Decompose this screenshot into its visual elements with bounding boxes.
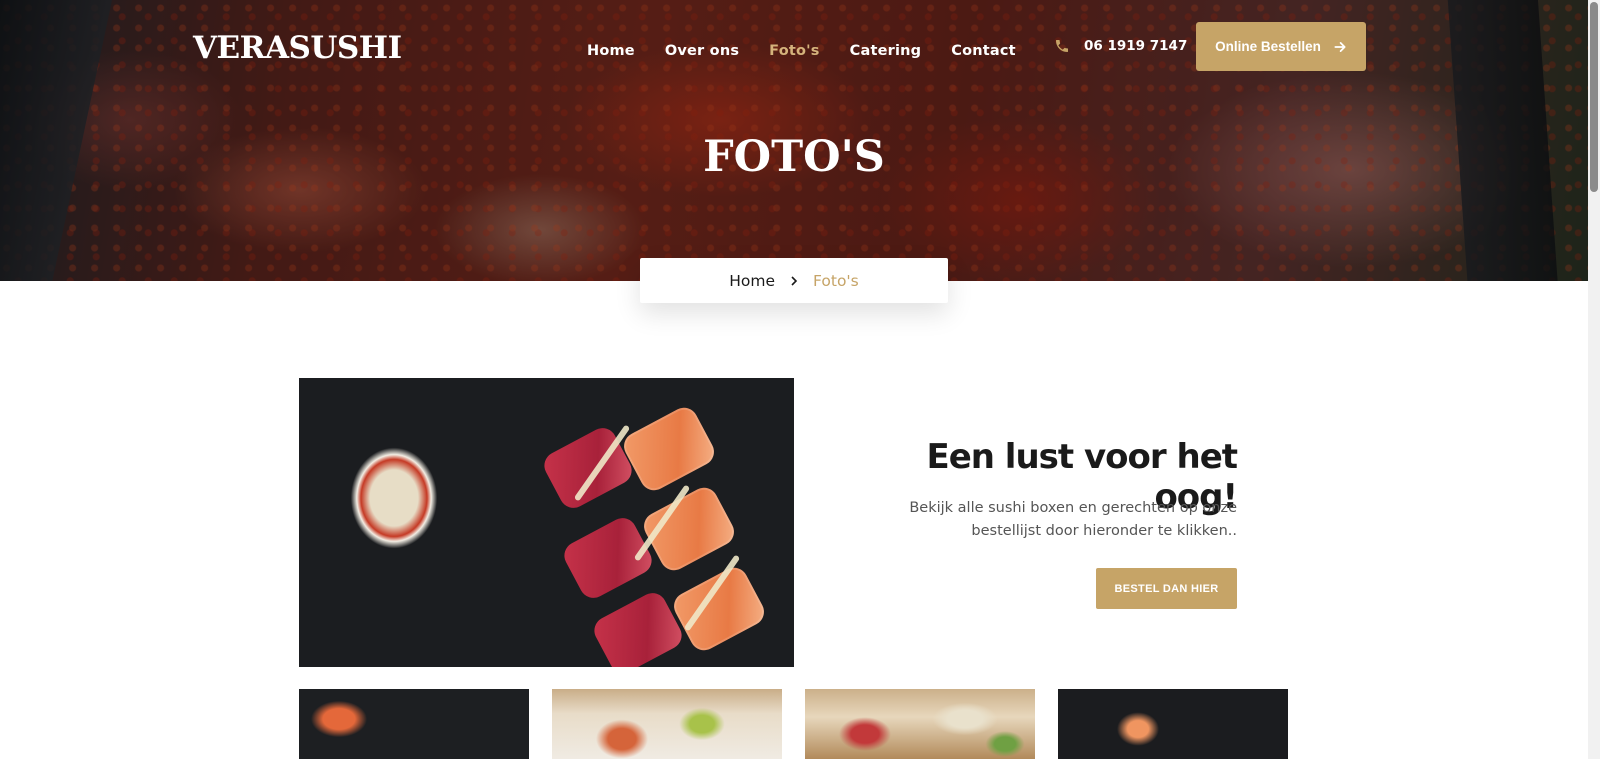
sushi-piece (559, 513, 657, 603)
featured-sushi-image[interactable] (299, 378, 794, 667)
breadcrumb-current: Foto's (813, 271, 859, 290)
nav-over-ons[interactable]: Over ons (665, 43, 739, 59)
gallery-image[interactable] (552, 689, 782, 759)
nav-catering[interactable]: Catering (850, 43, 922, 59)
online-order-button[interactable]: Online Bestellen (1196, 22, 1366, 71)
nav-fotos[interactable]: Foto's (769, 43, 819, 59)
phone-contact[interactable]: 06 1919 7147 (1054, 38, 1187, 54)
main-nav: Home Over ons Foto's Catering Contact (587, 43, 1046, 59)
order-here-button[interactable]: BESTEL DAN HIER (1096, 568, 1237, 609)
scrollbar-thumb[interactable] (1590, 2, 1598, 192)
intro-text: Bekijk alle sushi boxen en gerechten op … (909, 500, 1237, 539)
photo-gallery (299, 689, 1288, 759)
site-logo[interactable]: VERASUSHI (193, 30, 402, 66)
sushi-piece (589, 588, 687, 667)
page-scrollbar[interactable] (1588, 0, 1600, 759)
breadcrumb: Home Foto's (640, 258, 948, 303)
gallery-image[interactable] (1058, 689, 1288, 759)
phone-number: 06 1919 7147 (1084, 38, 1188, 54)
nav-home[interactable]: Home (587, 43, 635, 59)
page-title: FOTO'S (703, 132, 885, 182)
phone-icon (1056, 40, 1068, 52)
gallery-image[interactable] (805, 689, 1035, 759)
online-order-label: Online Bestellen (1215, 39, 1321, 54)
gallery-image[interactable] (299, 689, 529, 759)
arrow-right-icon (1334, 41, 1346, 52)
breadcrumb-home[interactable]: Home (729, 272, 775, 290)
nav-contact[interactable]: Contact (951, 43, 1016, 59)
sushi-piece (619, 402, 719, 496)
chevron-right-icon (789, 275, 799, 286)
